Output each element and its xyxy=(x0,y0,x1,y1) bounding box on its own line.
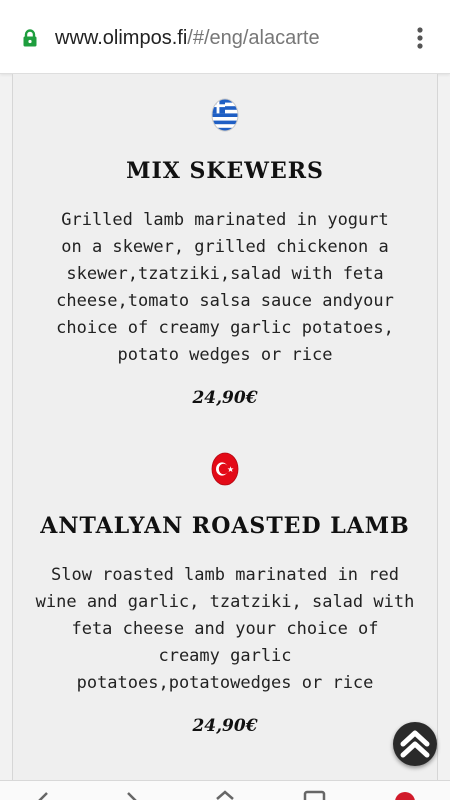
url-bar[interactable]: www.olimpos.fi/#/eng/alacarte xyxy=(0,0,450,74)
back-icon[interactable] xyxy=(28,789,58,800)
description-line: skewer,tzatziki,salad with feta xyxy=(66,264,384,284)
description-line: Grilled lamb marinated in yogurt xyxy=(61,210,389,230)
dish-title: MIX SKEWERS xyxy=(126,158,324,184)
description-line: on a skewer, grilled chickenon a xyxy=(61,237,389,257)
home-icon[interactable] xyxy=(210,789,240,800)
forward-icon[interactable] xyxy=(117,789,147,800)
description-line: Slow roasted lamb marinated in red xyxy=(51,565,399,585)
dish-description: Slow roasted lamb marinated in red wine … xyxy=(25,562,425,697)
dish-price: 24,90€ xyxy=(192,716,258,736)
menu-content: MIX SKEWERS Grilled lamb marinated in yo… xyxy=(12,74,438,780)
url-path: /#/eng/alacarte xyxy=(187,27,320,49)
tabs-icon[interactable] xyxy=(300,789,330,800)
description-line: potato wedges or rice xyxy=(117,345,333,365)
description-line: cheese,tomato salsa sauce andyour xyxy=(56,291,394,311)
double-chevron-up-icon xyxy=(400,730,430,758)
lock-icon[interactable] xyxy=(20,28,40,48)
dish-title: ANTALYAN ROASTED LAMB xyxy=(40,513,410,539)
description-line: feta cheese and your choice of xyxy=(71,619,379,639)
description-line: creamy garlic xyxy=(158,646,292,666)
more-vert-icon[interactable] xyxy=(408,24,432,52)
scroll-to-top-button[interactable] xyxy=(393,722,437,766)
browser-viewport: www.olimpos.fi/#/eng/alacarte MIX SKEWER… xyxy=(0,0,450,800)
profile-icon[interactable] xyxy=(390,789,420,800)
description-line: potatoes,potatowedges or rice xyxy=(76,673,374,693)
description-line: wine and garlic, tzatziki, salad with xyxy=(35,592,415,612)
url-domain: www.olimpos.fi xyxy=(55,27,188,49)
dish-price: 24,90€ xyxy=(192,388,258,408)
description-line: choice of creamy garlic potatoes, xyxy=(56,318,394,338)
dish-description: Grilled lamb marinated in yogurt on a sk… xyxy=(25,207,425,369)
browser-bottom-nav xyxy=(0,780,450,800)
url-text[interactable]: www.olimpos.fi/#/eng/alacarte xyxy=(55,24,320,52)
greece-flag-icon xyxy=(211,98,239,132)
turkey-flag-icon xyxy=(211,452,239,486)
